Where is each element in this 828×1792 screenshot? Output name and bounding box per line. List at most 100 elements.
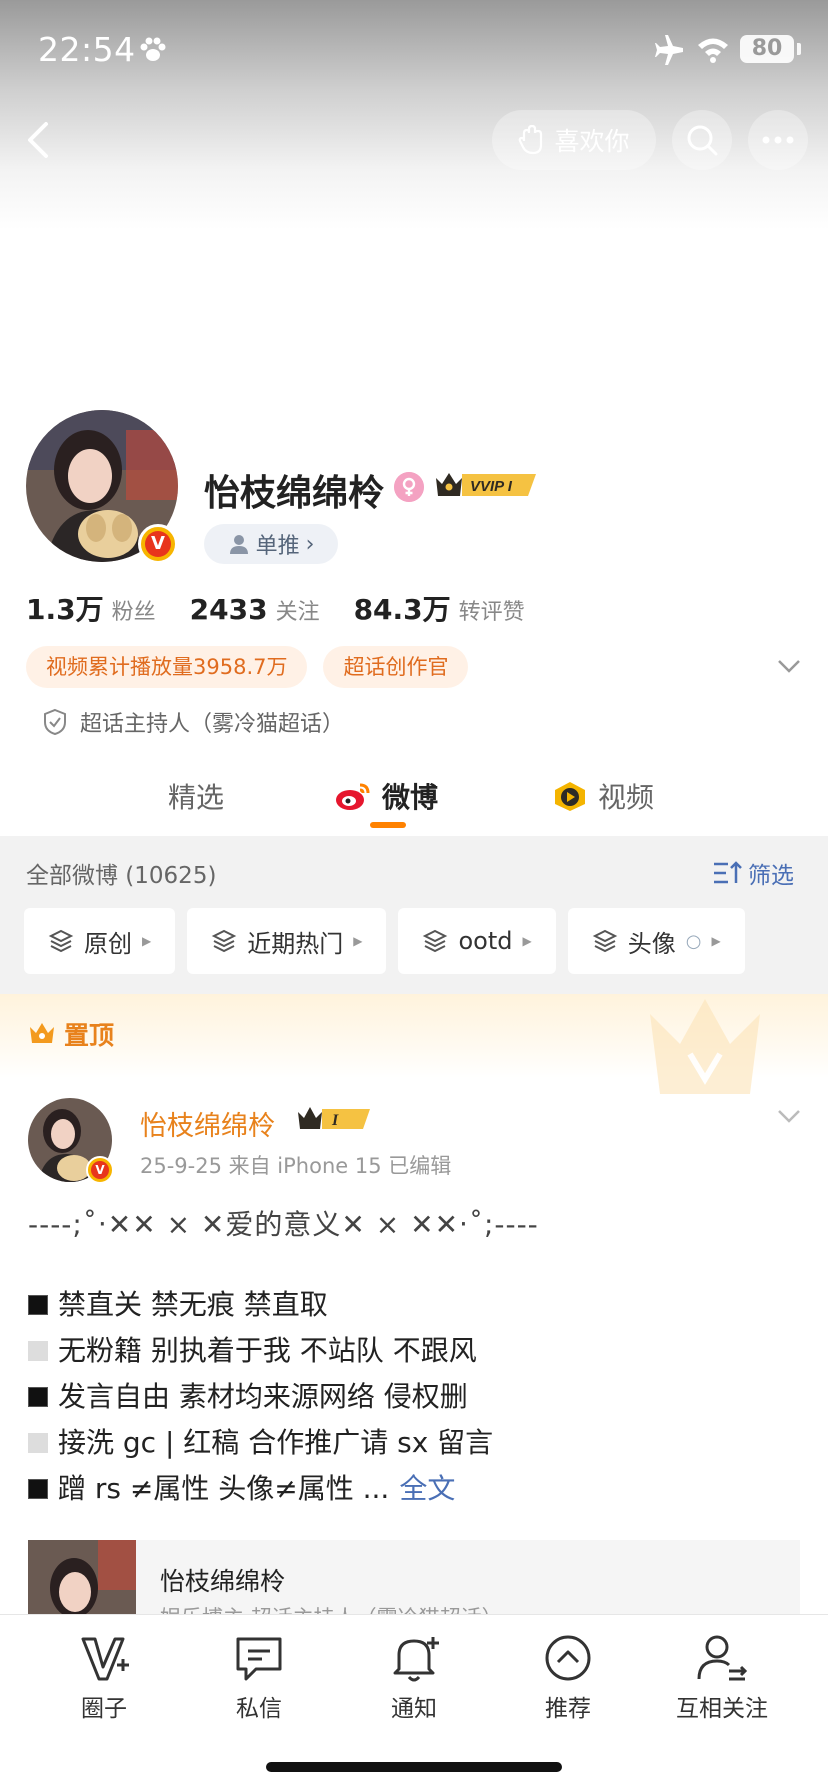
chip-hot-label: 近期热门 <box>247 929 344 958</box>
post-author-name[interactable]: 怡枝绵绵柃 <box>140 1104 275 1143</box>
mutual-follow-icon <box>697 1635 748 1681</box>
search-icon <box>687 125 718 156</box>
post-line-text: 接洗 gc | 红稿 合作推广请 sx 留言 <box>58 1426 494 1459</box>
caret-right-icon: ▶ <box>353 934 363 948</box>
up-arrow-circle-icon <box>545 1635 591 1681</box>
chip-avatar-label: 头像 <box>627 929 676 958</box>
post-meta: 25-9-25 来自 iPhone 15 已编辑 <box>140 1154 452 1178</box>
nav-messages[interactable]: 私信 <box>199 1631 319 1723</box>
active-tab-indicator <box>370 822 406 828</box>
chip-original-label: 原创 <box>84 929 132 958</box>
more-button[interactable] <box>748 110 808 170</box>
shield-icon <box>44 708 66 736</box>
crown-decoration-icon <box>650 999 760 1094</box>
tab-featured-label: 精选 <box>168 781 225 814</box>
tab-featured[interactable]: 精选 <box>168 766 224 826</box>
gray-square-icon <box>28 1341 48 1361</box>
chip-avatar[interactable]: 头像 ○ ▶ <box>567 908 745 974</box>
read-full-text-link[interactable]: 全文 <box>399 1466 455 1512</box>
pinned-label: 置顶 <box>28 1016 114 1052</box>
black-square-icon <box>28 1479 48 1499</box>
person-icon <box>229 535 248 554</box>
chip-ootd[interactable]: ootd ▶ <box>398 908 556 974</box>
airplane-icon <box>655 35 683 65</box>
member-level-icon: I <box>331 1112 339 1129</box>
like-you-label: 喜欢你 <box>554 127 630 156</box>
video-plays-tag[interactable]: 视频累计播放量3958.7万 <box>26 646 308 688</box>
caret-right-icon: ▶ <box>522 934 532 948</box>
weibo-logo-icon <box>336 783 370 810</box>
layers-icon <box>48 929 74 953</box>
tab-weibo[interactable]: 微博 <box>334 766 438 826</box>
profile-stats: 1.3万 粉丝 2433 关注 84.3万 转评赞 <box>26 588 559 628</box>
category-chips: 原创 ▶ 近期热门 ▶ ootd ▶ 头像 ○ ▶ <box>24 908 745 974</box>
chip-hot[interactable]: 近期热门 ▶ <box>187 908 387 974</box>
nav-mutual-follow[interactable]: 互相关注 <box>662 1631 782 1723</box>
pinned-header: 置顶 <box>0 994 828 1094</box>
like-you-button[interactable]: 喜欢你 <box>492 110 656 170</box>
chip-original[interactable]: 原创 ▶ <box>24 908 176 974</box>
layers-icon <box>592 929 617 953</box>
post-filter-area: 全部微博 (10625) 筛选 原创 ▶ 近期热门 ▶ ootd ▶ 头像 ○ ▶ <box>0 836 828 994</box>
engagement-count[interactable]: 84.3万 <box>354 588 451 628</box>
filter-button[interactable]: 筛选 <box>712 856 794 890</box>
nav-mutual-follow-label: 互相关注 <box>676 1696 768 1722</box>
chat-icon <box>236 1637 282 1681</box>
profile-tags: 视频累计播放量3958.7万 超话创作官 <box>26 646 469 688</box>
post-line: 接洗 gc | 红稿 合作推广请 sx 留言 <box>28 1420 808 1466</box>
nav-notifications[interactable]: 通知 <box>354 1631 474 1723</box>
post-line-text: 禁直关 禁无痕 禁直取 <box>58 1288 328 1321</box>
fan-tag-button[interactable]: 单推 › <box>204 524 338 564</box>
member-crown-badge[interactable]: I <box>296 1104 374 1134</box>
black-square-icon <box>28 1295 48 1315</box>
more-dots-icon <box>762 136 794 144</box>
verified-badge: V <box>138 524 178 564</box>
battery-indicator: 80 <box>740 35 794 63</box>
layers-icon <box>211 929 237 953</box>
circle-v-icon <box>81 1637 129 1681</box>
status-time: 22:54 <box>38 30 136 69</box>
chip-ootd-label: ootd <box>458 927 513 955</box>
profile-username: 怡枝绵绵柃 <box>204 473 385 514</box>
back-arrow-icon[interactable] <box>20 118 56 162</box>
female-gender-icon <box>394 472 424 502</box>
bell-icon <box>393 1637 439 1682</box>
nav-circle[interactable]: 圈子 <box>44 1631 164 1723</box>
post-line: 蹭 rs ≠属性 头像≠属性 ... 全文 <box>28 1466 808 1512</box>
battery-tip <box>797 43 801 55</box>
card-thumbnail-photo <box>28 1540 136 1614</box>
post-line: 无粉籍 别执着于我 不站队 不跟风 <box>28 1328 808 1374</box>
profile-tabs: 精选 微博 视频 <box>0 766 828 836</box>
card-thumbnail <box>28 1540 136 1614</box>
followers-count[interactable]: 1.3万 <box>26 588 104 628</box>
embedded-profile-card[interactable]: 怡枝绵绵柃 娱乐博主 超话主持人（雾冷猫超话） <box>28 1540 800 1614</box>
gray-square-icon <box>28 1433 48 1453</box>
following-label: 关注 <box>275 600 320 625</box>
nav-recommend-label: 推荐 <box>545 1696 591 1722</box>
post-line-gap <box>28 1248 808 1282</box>
chevron-down-icon[interactable] <box>776 656 802 676</box>
filter-label: 筛选 <box>748 863 794 889</box>
host-info[interactable]: 超话主持人（雾冷猫超话） <box>42 706 344 738</box>
tab-video-label: 视频 <box>598 781 655 814</box>
nav-recommend[interactable]: 推荐 <box>508 1631 628 1723</box>
nav-notifications-label: 通知 <box>391 1696 437 1722</box>
home-indicator[interactable] <box>266 1762 562 1772</box>
following-count[interactable]: 2433 <box>190 593 268 626</box>
search-button[interactable] <box>672 110 732 170</box>
post-deco-line: ----;˚‧✕✕ ⨯ ✕爱的意义✕ ⨯ ✕✕‧˚;---- <box>28 1208 539 1241</box>
post-content[interactable]: ----;˚‧✕✕ ⨯ ✕爱的意义✕ ⨯ ✕✕‧˚;---- 禁直关 禁无痕 禁… <box>28 1202 808 1512</box>
post-line-text: 发言自由 素材均来源网络 侵权删 <box>58 1380 468 1413</box>
pinned-label-text: 置顶 <box>64 1021 115 1050</box>
all-posts-count: 全部微博 (10625) <box>26 863 217 889</box>
post-verified-badge: V <box>86 1156 114 1184</box>
nav-messages-label: 私信 <box>236 1696 282 1722</box>
engagement-label: 转评赞 <box>458 600 525 625</box>
vip-crown-badge[interactable]: VVIP I <box>432 468 542 502</box>
tab-video[interactable]: 视频 <box>552 766 654 826</box>
post-line-text: 无粉籍 别执着于我 不站队 不跟风 <box>58 1334 477 1367</box>
filter-icon <box>714 861 742 884</box>
paw-icon <box>140 37 166 61</box>
creator-tag[interactable]: 超话创作官 <box>323 646 469 688</box>
post-options-chevron-icon[interactable] <box>776 1106 802 1126</box>
